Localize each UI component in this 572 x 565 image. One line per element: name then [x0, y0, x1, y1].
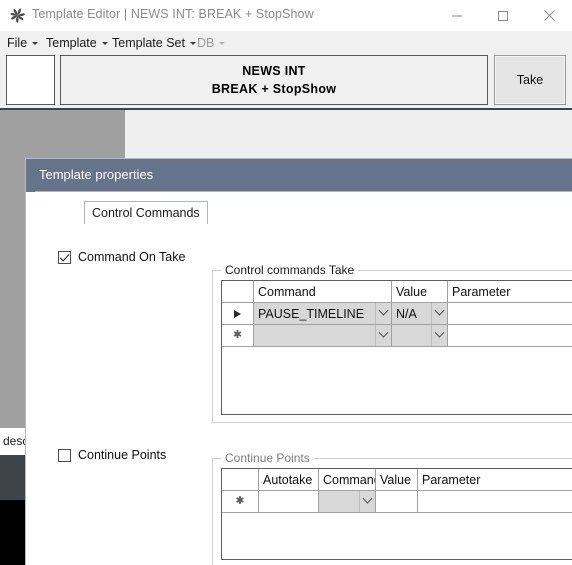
app-pinwheel-icon [9, 7, 26, 24]
row-new-indicator: ✱ [222, 491, 259, 513]
control-commands-take-legend: Control commands Take [221, 263, 359, 277]
template-name-line1: NEWS INT [242, 64, 306, 78]
continue-points-grid[interactable]: Autotake Command Value Parameter ✱ [221, 468, 572, 560]
chevron-down-icon[interactable] [375, 325, 391, 346]
command-combobox-value: PAUSE_TIMELINE [258, 306, 365, 321]
take-button[interactable]: Take [494, 55, 566, 105]
cell-command[interactable]: PAUSE_TIMELINE [254, 303, 392, 325]
menu-db[interactable]: DB [197, 34, 226, 51]
column-header-command[interactable]: Command [254, 281, 392, 303]
current-row-arrow-icon [234, 309, 241, 318]
new-row-star-icon: ✱ [235, 495, 245, 507]
menubar: File Template Template Set DB [0, 31, 572, 53]
column-header-value[interactable]: Value [392, 281, 448, 303]
minimize-icon[interactable] [434, 0, 480, 31]
menu-template-label: Template [46, 35, 97, 50]
chevron-down-icon [32, 42, 39, 45]
cell-value[interactable] [392, 325, 448, 347]
chevron-down-icon[interactable] [375, 303, 391, 324]
template-name-line2: BREAK + StopShow [211, 82, 337, 96]
template-thumbnail[interactable] [6, 55, 55, 105]
cell-command[interactable] [319, 491, 376, 513]
row-current-indicator [222, 303, 254, 325]
close-icon[interactable] [526, 0, 572, 31]
chevron-down-icon [189, 42, 196, 45]
row-new-indicator: ✱ [222, 325, 254, 347]
grid-header-row: Autotake Command Value Parameter [222, 469, 572, 491]
column-header-command[interactable]: Command [319, 469, 376, 491]
command-combobox[interactable]: PAUSE_TIMELINE [254, 303, 391, 324]
continue-points-legend: Continue Points [221, 451, 314, 465]
command-on-take-label: Command On Take [78, 250, 186, 264]
chevron-down-icon[interactable] [431, 303, 447, 324]
dialog-header: Template properties [26, 159, 572, 192]
continue-points-checkbox[interactable] [58, 448, 71, 462]
column-header-autotake[interactable]: Autotake [259, 469, 319, 491]
continue-points-group: Continue Points Autotake Command Value P… [212, 451, 572, 565]
command-combobox[interactable] [319, 491, 375, 512]
chevron-down-icon[interactable] [431, 325, 447, 346]
column-header-rowmark [222, 281, 254, 303]
column-header-parameter[interactable]: Parameter [418, 469, 572, 491]
cell-value[interactable]: N/A [392, 303, 448, 325]
cell-autotake[interactable] [259, 491, 319, 513]
maximize-icon[interactable] [480, 0, 526, 31]
column-header-rowmark [222, 469, 259, 491]
template-name-display[interactable]: NEWS INT BREAK + StopShow [60, 55, 488, 105]
control-commands-take-grid[interactable]: Command Value Parameter PAUSE_TIMELINE N… [221, 280, 572, 415]
chevron-down-icon[interactable] [359, 491, 375, 512]
command-on-take-checkbox[interactable] [58, 250, 71, 264]
menu-template[interactable]: Template [46, 34, 108, 51]
tab-control-commands[interactable]: Control Commands [84, 201, 208, 224]
value-combobox-value: N/A [396, 306, 417, 321]
value-combobox[interactable] [392, 325, 447, 346]
continue-points-label: Continue Points [78, 448, 167, 462]
menu-template-set[interactable]: Template Set [112, 34, 196, 51]
chevron-down-icon [101, 42, 108, 45]
cell-parameter[interactable] [448, 303, 572, 325]
menu-file[interactable]: File [7, 34, 39, 51]
column-header-parameter[interactable]: Parameter [448, 281, 572, 303]
application-window: Template Editor | NEWS INT: BREAK + Stop… [0, 0, 572, 565]
cell-parameter[interactable] [418, 491, 572, 513]
control-commands-take-group: Control commands Take Command Value Para… [212, 263, 572, 423]
new-row-star-icon: ✱ [232, 329, 243, 341]
cell-command[interactable] [254, 325, 392, 347]
menu-file-label: File [7, 35, 28, 50]
column-header-value[interactable]: Value [376, 469, 418, 491]
template-toolbar: NEWS INT BREAK + StopShow Take [0, 53, 572, 108]
cell-parameter[interactable] [448, 325, 572, 347]
grid-header-row: Command Value Parameter [222, 281, 572, 303]
cell-value[interactable] [376, 491, 418, 513]
chevron-down-icon [219, 42, 226, 45]
menu-template-set-label: Template Set [112, 35, 185, 50]
table-row[interactable]: ✱ [222, 491, 572, 513]
window-title: Template Editor | NEWS INT: BREAK + Stop… [32, 7, 314, 21]
table-row[interactable]: ✱ [222, 325, 572, 347]
table-row[interactable]: PAUSE_TIMELINE N/A [222, 303, 572, 325]
command-combobox[interactable] [254, 325, 391, 346]
command-on-take-checkbox-row[interactable]: Command On Take [58, 250, 185, 264]
window-titlebar: Template Editor | NEWS INT: BREAK + Stop… [0, 0, 572, 31]
value-combobox[interactable]: N/A [392, 303, 447, 324]
dialog-title: Template properties [39, 167, 154, 182]
continue-points-checkbox-row[interactable]: Continue Points [58, 448, 166, 462]
menu-db-label: DB [197, 35, 215, 50]
